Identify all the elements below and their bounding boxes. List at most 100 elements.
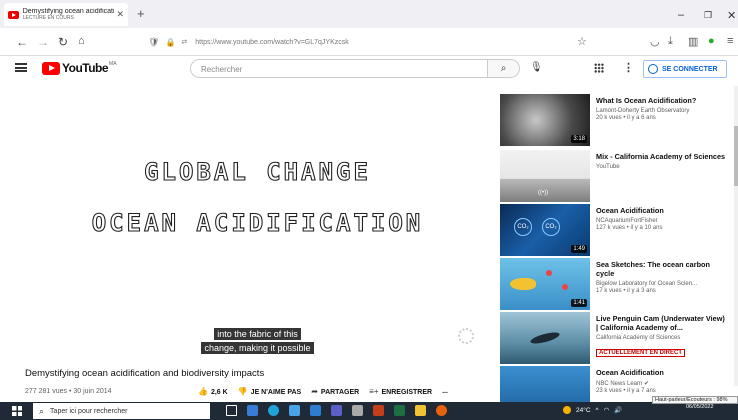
video-actions: 👍 2,6 K 👎 JE N'AIME PAS ➦ PARTAGER ≡+ ENREGI… — [198, 387, 448, 396]
rec-channel: California Academy of Sciences — [596, 335, 681, 341]
taskbar-clock[interactable]: 06/05/2022 — [686, 404, 714, 411]
rec-title: Ocean Acidification — [596, 206, 664, 215]
youtube-logo-text: YouTube — [62, 61, 109, 75]
video-thumbnail: ((•)) — [500, 150, 590, 202]
speaker-tooltip: Haut-parleur/Écouteurs : 98% — [652, 396, 738, 404]
rec-title: Mix - California Academy of Sciences — [596, 152, 726, 161]
verified-icon: ✔ — [644, 381, 650, 387]
address-bar[interactable]: 🛡 🔒 ⇄ https://www.youtube.com/watch?v=GL… — [148, 32, 598, 52]
excel-icon[interactable] — [394, 405, 405, 416]
minimize-icon[interactable]: – — [678, 9, 684, 21]
video-title: Demystifying ocean acidification and bio… — [25, 368, 265, 379]
rec-channel: NBC News Learn ✔ — [596, 381, 650, 387]
caption-line: change, making it possible — [186, 338, 329, 356]
rec-channel: Lamont-Doherty Earth Observatory — [596, 108, 690, 114]
hamburger-menu-icon[interactable] — [15, 63, 27, 72]
video-overlay-title: GLOBAL CHANGE — [144, 157, 371, 186]
wifi-icon[interactable]: ◠ — [604, 406, 610, 414]
weather-temp: 24°C — [576, 406, 591, 414]
taskbar-search-input[interactable]: ⌕ Taper ici pour rechercher — [33, 403, 210, 419]
duration-badge: 1:49 — [571, 245, 587, 253]
new-tab-icon[interactable]: + — [137, 6, 145, 21]
video-player[interactable]: GLOBAL CHANGE OCEAN ACIDIFICATION into t… — [25, 96, 490, 355]
dislike-button[interactable]: 👎 JE N'AIME PAS — [238, 387, 302, 396]
sign-in-button[interactable]: SE CONNECTER — [643, 60, 727, 78]
duration-badge: 1:41 — [571, 299, 587, 307]
extension-icon[interactable]: ● — [708, 35, 715, 47]
download-icon[interactable]: ⤓ — [668, 35, 673, 48]
like-button[interactable]: 👍 2,6 K — [198, 387, 228, 396]
reload-icon[interactable]: ↻ — [58, 35, 68, 49]
mix-overlay-icon: ((•)) — [538, 190, 549, 196]
rec-views: 20 k vues • il y a 6 ans — [596, 115, 656, 121]
firefox-icon[interactable] — [436, 405, 447, 416]
app-icon[interactable] — [352, 405, 363, 416]
duration-badge: 3:18 — [571, 135, 587, 143]
shield-icon: 🛡 — [148, 36, 160, 47]
pocket-icon[interactable]: ◡ — [650, 35, 660, 48]
task-view-icon[interactable] — [226, 405, 237, 416]
share-icon: ➦ — [311, 387, 318, 396]
add-to-playlist-icon: ≡+ — [369, 387, 379, 396]
edge-browser-icon[interactable] — [268, 405, 279, 416]
search-input[interactable]: Rechercher — [190, 59, 488, 78]
video-thumbnail — [500, 312, 590, 364]
bookmark-star-icon[interactable]: ☆ — [577, 35, 587, 48]
home-icon[interactable]: ⌂ — [78, 35, 85, 47]
rec-views: 23 k vues • il y a 7 ans — [596, 388, 656, 394]
taskbar-date: 06/05/2022 — [686, 404, 714, 410]
mail-icon[interactable] — [310, 405, 321, 416]
tray-chevron-icon[interactable]: ^ — [596, 407, 599, 414]
library-icon[interactable]: ▥ — [688, 35, 698, 48]
video-thumbnail: 1:41 — [500, 258, 590, 310]
store-icon[interactable] — [289, 405, 300, 416]
more-actions-button[interactable]: ... — [442, 388, 448, 395]
speaker-icon[interactable]: 🔊 — [614, 406, 622, 414]
maximize-icon[interactable]: ❐ — [704, 10, 712, 21]
microphone-icon[interactable]: 🎙 — [530, 62, 543, 73]
app-menu-icon[interactable]: ≡ — [727, 35, 733, 47]
windows-start-icon[interactable] — [12, 406, 22, 416]
widgets-icon[interactable] — [247, 405, 258, 416]
youtube-logo[interactable]: YouTube MA — [42, 61, 117, 75]
weather-icon — [563, 406, 571, 414]
video-thumbnail: 3:18 — [500, 94, 590, 146]
recommendation-item[interactable]: 3:18 What Is Ocean Acidification? Lamont… — [500, 94, 730, 146]
account-icon — [648, 64, 658, 74]
rec-channel: NCAquariumFortFisher — [596, 218, 658, 224]
forward-icon[interactable]: → — [37, 35, 49, 49]
apps-grid-icon[interactable] — [594, 63, 604, 73]
recommendation-item[interactable]: 1:41 Sea Sketches: The ocean carbon cycl… — [500, 258, 730, 310]
share-button[interactable]: ➦ PARTAGER — [311, 387, 359, 396]
search-icon: ⌕ — [39, 405, 45, 416]
recommendation-item[interactable]: ((•)) Mix - California Academy of Scienc… — [500, 150, 730, 202]
close-tab-icon[interactable]: ✕ — [116, 9, 124, 20]
powerpoint-icon[interactable] — [373, 405, 384, 416]
lock-icon: 🔒 — [165, 37, 176, 47]
file-explorer-icon[interactable] — [415, 405, 426, 416]
page-scrollbar[interactable] — [734, 86, 738, 386]
browser-tab[interactable]: Demystifying ocean acidificatio LECTURE … — [4, 3, 128, 26]
windows-taskbar: ⌕ Taper ici pour rechercher 24°C ^ ◠ 🔊 0… — [0, 402, 738, 420]
thumbs-down-icon: 👎 — [237, 387, 248, 396]
sign-in-label: SE CONNECTER — [662, 65, 718, 73]
video-thumbnail — [500, 366, 590, 402]
back-icon[interactable]: ← — [16, 35, 28, 49]
save-button[interactable]: ≡+ ENREGISTRER — [369, 387, 432, 396]
system-tray: 24°C ^ ◠ 🔊 — [563, 406, 622, 414]
taskbar-search-placeholder: Taper ici pour rechercher — [50, 407, 128, 415]
youtube-region-code: MA — [109, 61, 117, 67]
live-badge: ACTUELLEMENT EN DIRECT — [596, 349, 685, 357]
rec-channel: Bigelow Laboratory for Ocean Scien... — [596, 281, 698, 287]
youtube-header: YouTube MA Rechercher ⌕ 🎙 ⋮ SE CONNECTER — [0, 56, 738, 82]
recommendation-item[interactable]: Live Penguin Cam (Underwater View) | Cal… — [500, 312, 730, 364]
browser-tab-bar: Demystifying ocean acidificatio LECTURE … — [0, 0, 738, 28]
settings-kebab-icon[interactable]: ⋮ — [623, 61, 634, 74]
close-window-icon[interactable]: ✕ — [727, 9, 736, 22]
video-meta: 277 281 vues • 30 juin 2014 — [25, 388, 112, 395]
youtube-play-icon — [42, 61, 60, 75]
teams-icon[interactable] — [331, 405, 342, 416]
search-button[interactable]: ⌕ — [488, 59, 520, 78]
rec-views: 127 k vues • il y a 10 ans — [596, 225, 663, 231]
recommendation-item[interactable]: CO₂ CO₂ 1:49 Ocean Acidification NCAquar… — [500, 204, 730, 256]
